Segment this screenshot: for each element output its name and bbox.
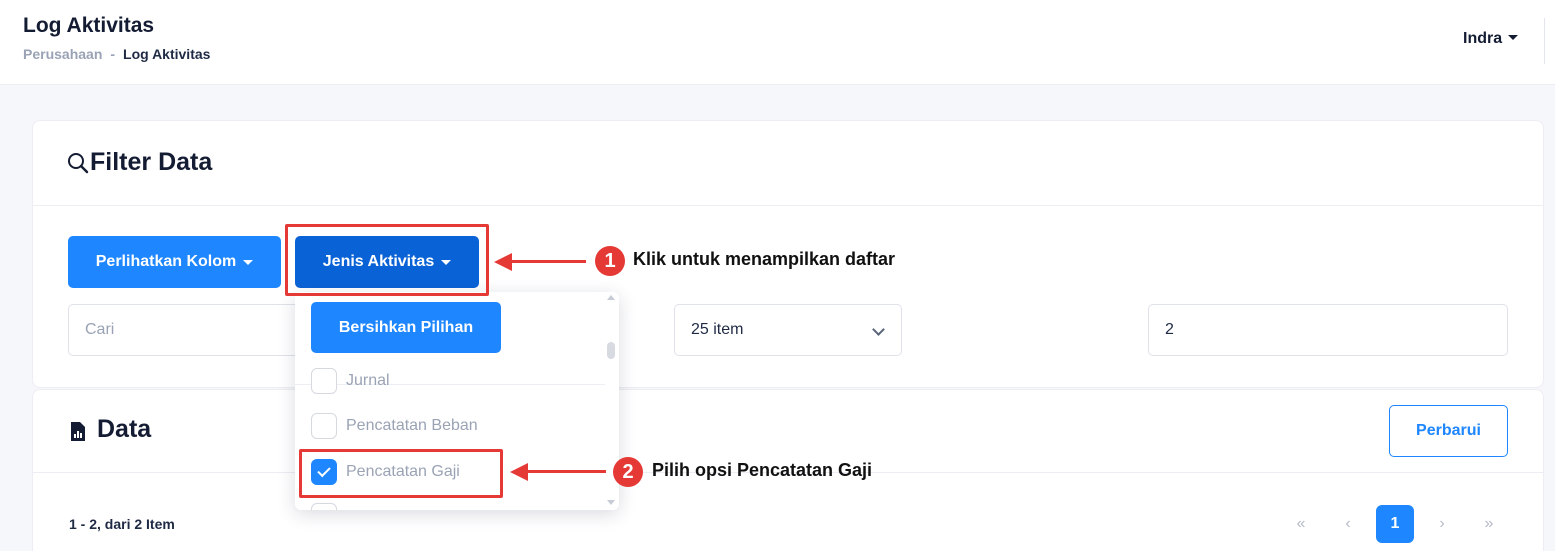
- pager-first-button[interactable]: «: [1282, 505, 1320, 543]
- filter-title: Filter Data: [90, 148, 213, 176]
- scrollbar-thumb[interactable]: [607, 342, 615, 359]
- data-title: Data: [97, 415, 152, 443]
- pager-prev-button[interactable]: ‹: [1329, 505, 1367, 543]
- refresh-button[interactable]: Perbarui: [1389, 405, 1508, 457]
- option-pencatatan-beban[interactable]: Pencatatan Beban: [311, 412, 478, 440]
- page-title: Log Aktivitas: [23, 14, 155, 37]
- scroll-up-icon[interactable]: [607, 295, 615, 300]
- option-label: Pencatatan Beban: [346, 417, 478, 434]
- step2-text: Pilih opsi Pencatatan Gaji: [652, 460, 873, 480]
- highlight-box-step2: [299, 449, 503, 498]
- highlight-box-step1: [285, 224, 489, 296]
- step-badge-1: 1: [595, 246, 625, 276]
- top-bar: Log Aktivitas Perusahaan - Log Aktivitas I…: [0, 0, 1555, 85]
- scroll-down-icon[interactable]: [607, 500, 615, 505]
- pager-next-button[interactable]: ›: [1423, 505, 1461, 543]
- checkbox[interactable]: [311, 368, 337, 394]
- checkbox[interactable]: [311, 413, 337, 439]
- search-icon: [68, 153, 89, 174]
- step1-text: Klik untuk menampilkan daftar: [633, 249, 896, 269]
- show-columns-label: Perlihatkan Kolom: [95, 253, 237, 270]
- option-jurnal[interactable]: Jurnal: [311, 367, 390, 395]
- topbar-divider: [1544, 18, 1545, 64]
- pager-last-button[interactable]: »: [1470, 505, 1508, 543]
- clear-selection-button[interactable]: Bersihkan Pilihan: [311, 302, 501, 353]
- caret-down-icon: [1508, 35, 1519, 40]
- card-divider: [33, 205, 1543, 206]
- chevron-down-icon: [872, 323, 885, 336]
- step-badge-2: 2: [613, 457, 643, 487]
- show-columns-button[interactable]: Perlihatkan Kolom: [68, 236, 281, 288]
- page-input[interactable]: 2: [1148, 304, 1508, 356]
- per-page-value: 25 item: [691, 321, 744, 338]
- item-count: 1 - 2, dari 2 Item: [69, 516, 175, 532]
- breadcrumb: Perusahaan - Log Aktivitas: [23, 46, 210, 62]
- option-partial[interactable]: [311, 502, 346, 510]
- report-file-icon: [71, 422, 85, 441]
- user-menu[interactable]: Indra: [1463, 30, 1519, 48]
- arrow-line: [510, 260, 586, 263]
- breadcrumb-separator: -: [110, 46, 116, 62]
- breadcrumb-parent[interactable]: Perusahaan: [23, 46, 102, 62]
- caret-down-icon: [243, 259, 254, 265]
- checkbox[interactable]: [311, 503, 337, 510]
- breadcrumb-current: Log Aktivitas: [123, 46, 211, 62]
- pager-page-1[interactable]: 1: [1376, 505, 1414, 543]
- arrow-line: [526, 470, 606, 473]
- user-name: Indra: [1463, 30, 1503, 47]
- search-input[interactable]: Cari: [68, 304, 308, 356]
- option-label: Jurnal: [346, 372, 390, 389]
- per-page-select[interactable]: 25 item: [674, 304, 902, 356]
